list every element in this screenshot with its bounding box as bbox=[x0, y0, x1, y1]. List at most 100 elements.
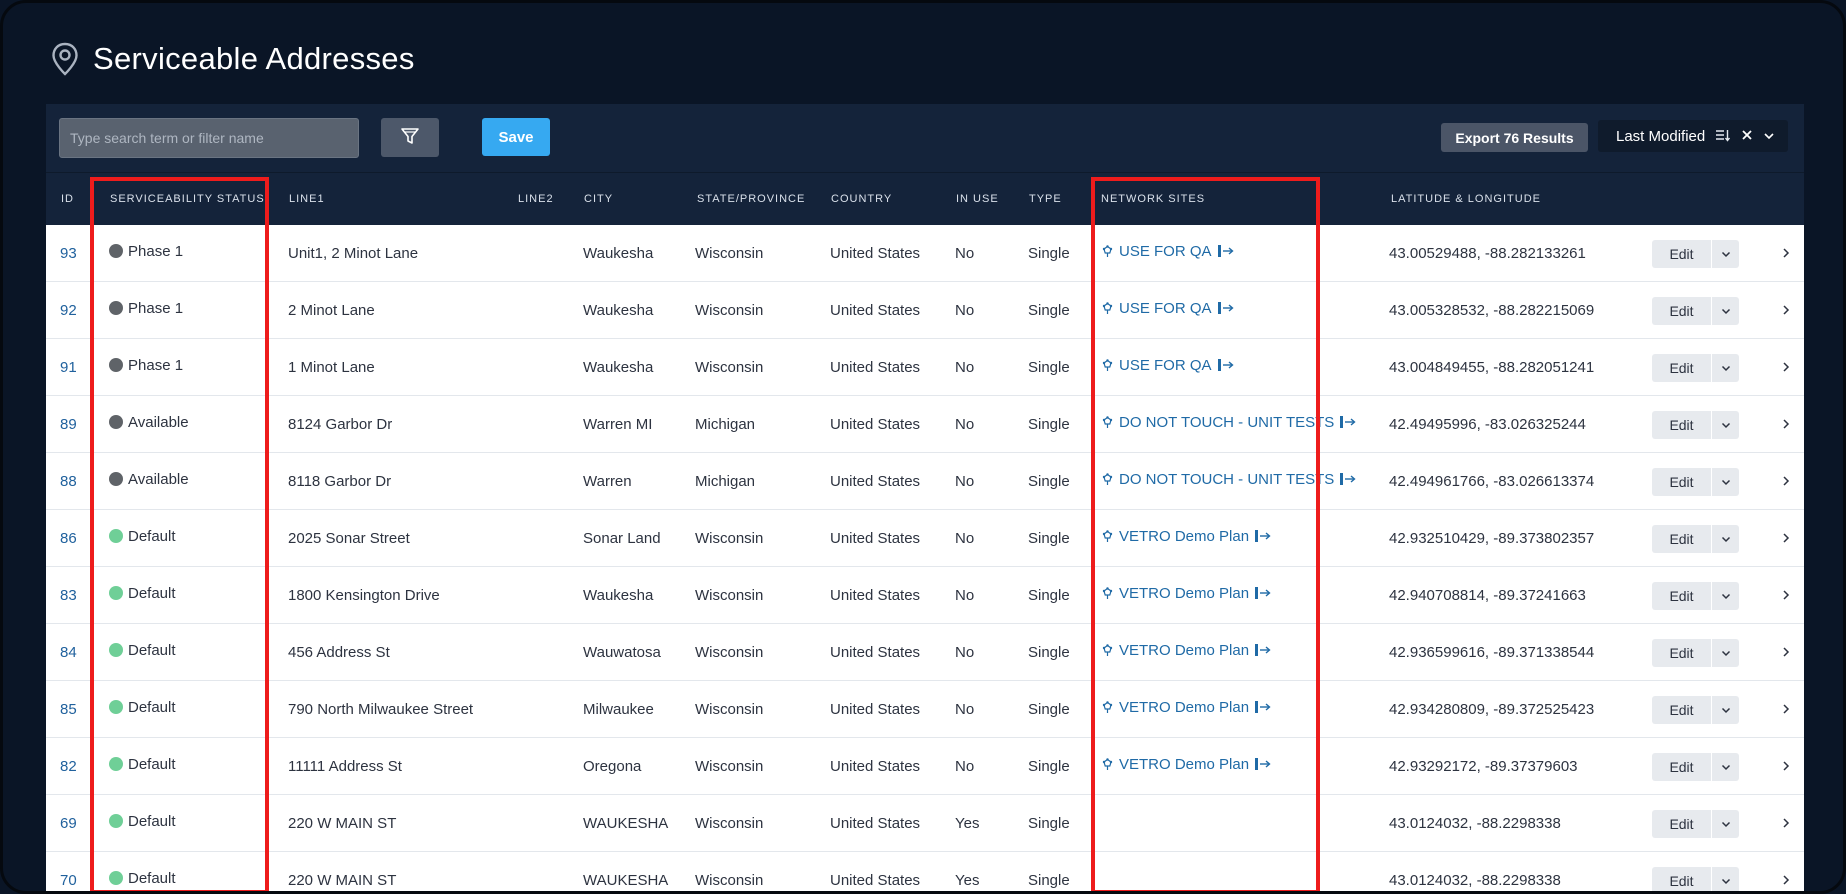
edit-menu-button[interactable] bbox=[1711, 411, 1739, 439]
open-site-icon[interactable] bbox=[1254, 586, 1271, 600]
edit-menu-button[interactable] bbox=[1711, 240, 1739, 268]
sort-descending-icon[interactable] bbox=[1715, 128, 1731, 145]
column-header-state[interactable]: STATE/PROVINCE bbox=[697, 193, 805, 205]
row-id-link[interactable]: 85 bbox=[60, 681, 77, 737]
edit-button[interactable]: Edit bbox=[1652, 354, 1711, 382]
edit-button[interactable]: Edit bbox=[1652, 297, 1711, 325]
edit-button[interactable]: Edit bbox=[1652, 696, 1711, 724]
column-header-latlng[interactable]: LATITUDE & LONGITUDE bbox=[1391, 193, 1541, 205]
edit-menu-button[interactable] bbox=[1711, 810, 1739, 838]
chevron-right-icon[interactable] bbox=[1782, 531, 1790, 549]
chevron-right-icon[interactable] bbox=[1782, 588, 1790, 606]
table-row[interactable]: 91 Phase 1 1 Minot Lane Waukesha Wisconsin Un… bbox=[46, 339, 1804, 396]
open-site-icon[interactable] bbox=[1254, 757, 1271, 771]
sort-dropdown[interactable]: Last Modified bbox=[1598, 120, 1788, 152]
edit-button[interactable]: Edit bbox=[1652, 240, 1711, 268]
chevron-right-icon[interactable] bbox=[1782, 474, 1790, 492]
open-site-icon[interactable] bbox=[1254, 643, 1271, 657]
network-site-link[interactable]: DO NOT TOUCH - UNIT TESTS bbox=[1101, 414, 1356, 431]
open-site-icon[interactable] bbox=[1254, 700, 1271, 714]
column-header-in-use[interactable]: IN USE bbox=[956, 193, 999, 205]
chevron-down-icon[interactable] bbox=[1763, 128, 1775, 144]
network-site-link[interactable]: VETRO Demo Plan bbox=[1101, 756, 1271, 773]
edit-button[interactable]: Edit bbox=[1652, 810, 1711, 838]
status-label: Default bbox=[128, 812, 176, 830]
open-site-icon[interactable] bbox=[1339, 472, 1356, 486]
network-site-link[interactable]: USE FOR QA bbox=[1101, 357, 1234, 374]
edit-button[interactable]: Edit bbox=[1652, 639, 1711, 667]
chevron-right-icon[interactable] bbox=[1782, 759, 1790, 777]
chevron-right-icon[interactable] bbox=[1782, 702, 1790, 720]
edit-button[interactable]: Edit bbox=[1652, 411, 1711, 439]
chevron-right-icon[interactable] bbox=[1782, 645, 1790, 663]
table-row[interactable]: 86 Default 2025 Sonar Street Sonar Land Wisc… bbox=[46, 510, 1804, 567]
chevron-right-icon[interactable] bbox=[1782, 246, 1790, 264]
open-site-icon[interactable] bbox=[1254, 529, 1271, 543]
network-site-link[interactable]: USE FOR QA bbox=[1101, 243, 1234, 260]
chevron-right-icon[interactable] bbox=[1782, 816, 1790, 834]
network-site-link[interactable]: VETRO Demo Plan bbox=[1101, 585, 1271, 602]
edit-menu-button[interactable] bbox=[1711, 525, 1739, 553]
search-input[interactable] bbox=[59, 118, 359, 158]
save-button[interactable]: Save bbox=[482, 118, 550, 156]
chevron-right-icon[interactable] bbox=[1782, 360, 1790, 378]
open-site-icon[interactable] bbox=[1217, 301, 1234, 315]
column-header-line1[interactable]: LINE1 bbox=[289, 193, 325, 205]
edit-menu-button[interactable] bbox=[1711, 468, 1739, 496]
edit-button[interactable]: Edit bbox=[1652, 468, 1711, 496]
row-id-link[interactable]: 84 bbox=[60, 624, 77, 680]
network-site-link[interactable]: USE FOR QA bbox=[1101, 300, 1234, 317]
column-header-line2[interactable]: LINE2 bbox=[518, 193, 554, 205]
chevron-right-icon[interactable] bbox=[1782, 303, 1790, 321]
network-site-link[interactable]: VETRO Demo Plan bbox=[1101, 642, 1271, 659]
chevron-right-icon[interactable] bbox=[1782, 873, 1790, 891]
network-site-link[interactable]: VETRO Demo Plan bbox=[1101, 699, 1271, 716]
row-id-link[interactable]: 82 bbox=[60, 738, 77, 794]
row-id-link[interactable]: 91 bbox=[60, 339, 77, 395]
column-header-type[interactable]: TYPE bbox=[1029, 193, 1062, 205]
edit-menu-button[interactable] bbox=[1711, 582, 1739, 610]
table-row[interactable]: 84 Default 456 Address St Wauwatosa Wisconsi… bbox=[46, 624, 1804, 681]
edit-button[interactable]: Edit bbox=[1652, 525, 1711, 553]
edit-menu-button[interactable] bbox=[1711, 297, 1739, 325]
open-site-icon[interactable] bbox=[1339, 415, 1356, 429]
edit-menu-button[interactable] bbox=[1711, 354, 1739, 382]
chevron-right-icon[interactable] bbox=[1782, 417, 1790, 435]
row-id-link[interactable]: 93 bbox=[60, 225, 77, 281]
table-row[interactable]: 70 Default 220 W MAIN ST WAUKESHA Wisconsin U… bbox=[46, 852, 1804, 891]
row-id-link[interactable]: 83 bbox=[60, 567, 77, 623]
row-id-link[interactable]: 86 bbox=[60, 510, 77, 566]
edit-menu-button[interactable] bbox=[1711, 753, 1739, 781]
table-row[interactable]: 85 Default 790 North Milwaukee Street Milwa… bbox=[46, 681, 1804, 738]
column-header-city[interactable]: CITY bbox=[584, 193, 613, 205]
edit-menu-button[interactable] bbox=[1711, 867, 1739, 891]
export-results-button[interactable]: Export 76 Results bbox=[1441, 123, 1588, 152]
table-row[interactable]: 93 Phase 1 Unit1, 2 Minot Lane Waukesha Wisc… bbox=[46, 225, 1804, 282]
filter-button[interactable] bbox=[381, 118, 439, 157]
edit-button[interactable]: Edit bbox=[1652, 867, 1711, 891]
row-id-link[interactable]: 70 bbox=[60, 852, 77, 891]
column-header-network-sites[interactable]: NETWORK SITES bbox=[1101, 193, 1205, 205]
network-site-link[interactable]: DO NOT TOUCH - UNIT TESTS bbox=[1101, 471, 1356, 488]
row-id-link[interactable]: 92 bbox=[60, 282, 77, 338]
edit-menu-button[interactable] bbox=[1711, 696, 1739, 724]
column-header-country[interactable]: COUNTRY bbox=[831, 193, 892, 205]
column-header-id[interactable]: ID bbox=[61, 193, 74, 205]
network-site-link[interactable]: VETRO Demo Plan bbox=[1101, 528, 1271, 545]
row-id-link[interactable]: 88 bbox=[60, 453, 77, 509]
edit-menu-button[interactable] bbox=[1711, 639, 1739, 667]
table-row[interactable]: 89 Available 8124 Garbor Dr Warren MI Michig… bbox=[46, 396, 1804, 453]
clear-icon[interactable] bbox=[1741, 128, 1753, 144]
table-row[interactable]: 83 Default 1800 Kensington Drive Waukesha Wi… bbox=[46, 567, 1804, 624]
table-row[interactable]: 88 Available 8118 Garbor Dr Warren Michigan U… bbox=[46, 453, 1804, 510]
edit-button[interactable]: Edit bbox=[1652, 582, 1711, 610]
open-site-icon[interactable] bbox=[1217, 358, 1234, 372]
table-row[interactable]: 82 Default 11111 Address St Oregona Wisconsi… bbox=[46, 738, 1804, 795]
row-id-link[interactable]: 89 bbox=[60, 396, 77, 452]
edit-button[interactable]: Edit bbox=[1652, 753, 1711, 781]
open-site-icon[interactable] bbox=[1217, 244, 1234, 258]
row-id-link[interactable]: 69 bbox=[60, 795, 77, 851]
column-header-status[interactable]: SERVICEABILITY STATUS bbox=[110, 193, 265, 205]
table-row[interactable]: 69 Default 220 W MAIN ST WAUKESHA Wisconsin U… bbox=[46, 795, 1804, 852]
table-row[interactable]: 92 Phase 1 2 Minot Lane Waukesha Wisconsin Un… bbox=[46, 282, 1804, 339]
